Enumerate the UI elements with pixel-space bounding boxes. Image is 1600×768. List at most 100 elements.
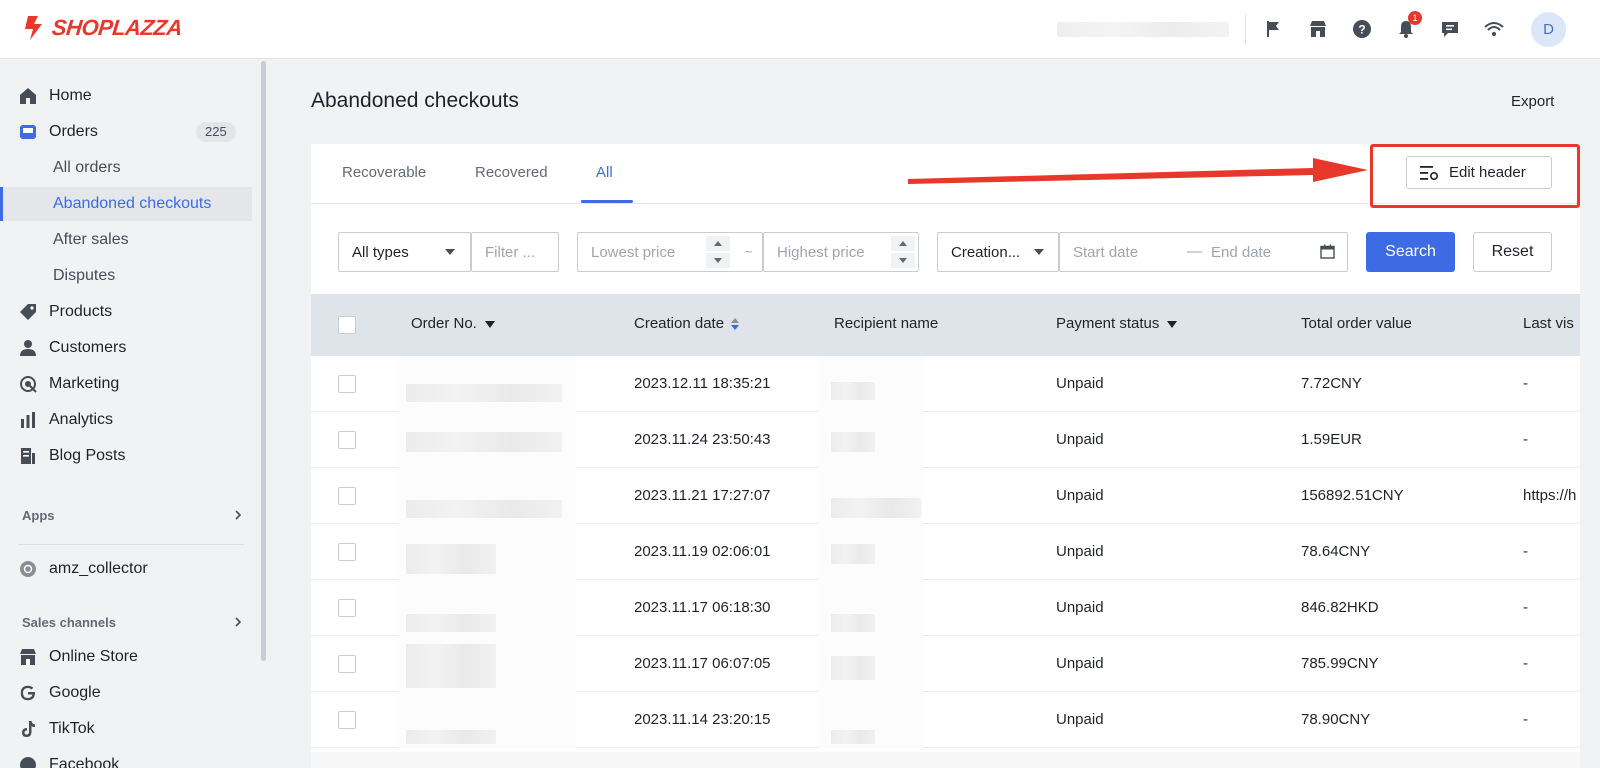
date-range-picker[interactable]: Start date — End date [1059, 232, 1348, 272]
search-button[interactable]: Search [1366, 232, 1455, 272]
bell-icon[interactable]: 1 [1394, 11, 1422, 41]
order-no-blurred [398, 692, 576, 748]
date-type-value: Creation... [951, 244, 1021, 261]
table-row[interactable]: 2023.11.19 02:06:01 Unpaid 78.64CNY - [311, 524, 1580, 580]
table-row[interactable]: 2023.11.24 23:50:43 Unpaid 1.59EUR - [311, 412, 1580, 468]
sidebar-item-abandoned-checkouts[interactable]: Abandoned checkouts [0, 187, 252, 221]
select-all-checkbox[interactable] [338, 316, 356, 334]
brand-name: SHOPLAZZA [50, 15, 184, 40]
avatar[interactable]: D [1531, 12, 1566, 47]
row-checkbox[interactable] [338, 431, 356, 449]
table-horizontal-scrollbar[interactable] [311, 752, 1580, 768]
apps-section-label: Apps [22, 508, 55, 523]
row-checkbox[interactable] [338, 711, 356, 729]
sidebar-item-marketing[interactable]: Marketing [0, 367, 252, 401]
table-row[interactable]: 2023.11.17 06:07:05 Unpaid 785.99CNY - [311, 636, 1580, 692]
chevron-right-icon[interactable] [232, 509, 244, 521]
sidebar-item-online-store[interactable]: Online Store [0, 640, 252, 674]
payment-status-cell: Unpaid [1056, 375, 1104, 392]
total-value-cell: 156892.51CNY [1301, 487, 1404, 504]
row-checkbox[interactable] [338, 487, 356, 505]
tab-recovered[interactable]: Recovered [475, 164, 548, 181]
increment-icon[interactable] [891, 236, 915, 251]
table-row[interactable]: 2023.11.17 06:18:30 Unpaid 846.82HKD - [311, 580, 1580, 636]
sidebar-item-label: amz_collector [49, 560, 148, 577]
sidebar-item-orders[interactable]: Orders 225 [0, 115, 252, 149]
price-stepper[interactable] [706, 236, 730, 268]
sort-icon[interactable] [730, 317, 740, 331]
store-icon[interactable] [1306, 17, 1330, 41]
column-creation-date[interactable]: Creation date [634, 315, 740, 332]
total-value-cell: 78.64CNY [1301, 543, 1371, 560]
sidebar-scrollbar[interactable] [261, 61, 266, 661]
creation-date-cell: 2023.11.14 23:20:15 [634, 711, 771, 728]
table-header: Order No. Creation date Recipient name P… [311, 294, 1580, 356]
edit-columns-icon [1420, 166, 1439, 181]
top-bar: SHOPLAZZA ? 1 D [0, 0, 1600, 59]
sidebar-item-google[interactable]: Google [0, 676, 252, 710]
row-checkbox[interactable] [338, 543, 356, 561]
logo-mark-icon [25, 16, 42, 40]
row-checkbox[interactable] [338, 599, 356, 617]
sidebar-item-label: Home [49, 87, 92, 104]
column-label: Order No. [411, 315, 477, 332]
table-row[interactable]: 2023.12.11 18:35:21 Unpaid 7.72CNY - [311, 356, 1580, 412]
sidebar-item-customers[interactable]: Customers [0, 331, 252, 365]
type-select[interactable]: All types [338, 232, 471, 272]
flag-icon[interactable] [1262, 17, 1286, 41]
decrement-icon[interactable] [706, 253, 730, 268]
price-stepper[interactable] [891, 236, 915, 268]
reset-button[interactable]: Reset [1473, 232, 1552, 272]
sidebar-item-home[interactable]: Home [0, 79, 252, 113]
lowest-price-input[interactable]: Lowest price [577, 232, 763, 272]
payment-status-cell: Unpaid [1056, 711, 1104, 728]
row-checkbox[interactable] [338, 655, 356, 673]
sidebar-item-after-sales[interactable]: After sales [0, 223, 252, 257]
sales-channels-label: Sales channels [22, 615, 116, 630]
column-order-no[interactable]: Order No. [411, 315, 495, 332]
orders-icon [18, 122, 38, 142]
decrement-icon[interactable] [891, 253, 915, 268]
sidebar-item-tiktok[interactable]: TikTok [0, 712, 252, 746]
column-payment-status[interactable]: Payment status [1056, 315, 1178, 332]
filter-caret-icon[interactable] [1167, 320, 1178, 328]
total-value-cell: 78.90CNY [1301, 711, 1371, 728]
chevron-right-icon[interactable] [232, 616, 244, 628]
creation-date-cell: 2023.11.19 02:06:01 [634, 543, 771, 560]
analytics-icon [18, 410, 38, 430]
shoplazza-logo[interactable]: SHOPLAZZA [22, 14, 184, 42]
recipient-blurred [819, 524, 923, 580]
sidebar-item-analytics[interactable]: Analytics [0, 403, 252, 437]
end-date-placeholder: End date [1211, 244, 1272, 261]
export-button[interactable]: Export [1511, 93, 1554, 110]
calendar-icon[interactable] [1320, 244, 1335, 259]
date-type-select[interactable]: Creation... [937, 232, 1059, 272]
row-checkbox[interactable] [338, 375, 356, 393]
sidebar-item-products[interactable]: Products [0, 295, 252, 329]
facebook-icon [18, 755, 38, 768]
table-row[interactable]: 2023.11.14 23:20:15 Unpaid 78.90CNY - [311, 692, 1580, 748]
wifi-icon[interactable] [1482, 17, 1506, 41]
sidebar-item-all-orders[interactable]: All orders [0, 151, 252, 185]
chat-icon[interactable] [1438, 17, 1462, 41]
sidebar-item-disputes[interactable]: Disputes [0, 259, 252, 293]
sidebar-item-amz-collector[interactable]: amz_collector [0, 552, 252, 586]
column-label: Creation date [634, 315, 725, 332]
tab-all[interactable]: All [596, 164, 613, 181]
last-visited-cell: - [1523, 543, 1528, 560]
sidebar-item-facebook[interactable]: Facebook [0, 748, 252, 768]
start-date-placeholder: Start date [1073, 244, 1139, 261]
home-icon [18, 86, 38, 106]
filter-input[interactable]: Filter ... [471, 232, 559, 272]
filter-caret-icon[interactable] [484, 320, 495, 328]
table-row[interactable]: 2023.11.21 17:27:07 Unpaid 156892.51CNY … [311, 468, 1580, 524]
recipient-blurred [819, 356, 923, 412]
total-value-cell: 1.59EUR [1301, 431, 1362, 448]
last-visited-cell: - [1523, 431, 1528, 448]
highest-price-input[interactable]: Highest price [763, 232, 919, 272]
tab-recoverable[interactable]: Recoverable [342, 164, 426, 181]
sidebar-item-blog-posts[interactable]: Blog Posts [0, 439, 252, 473]
increment-icon[interactable] [706, 236, 730, 251]
edit-header-button[interactable]: Edit header [1406, 156, 1552, 189]
help-icon[interactable]: ? [1350, 17, 1374, 41]
